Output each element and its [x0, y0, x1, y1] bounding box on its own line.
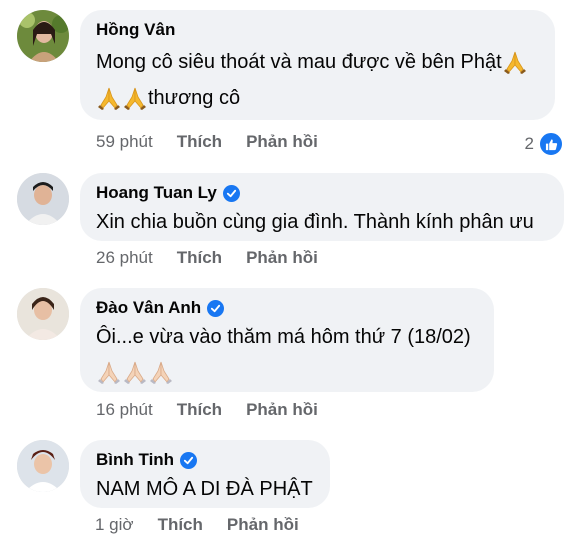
like-button[interactable]: Thích — [158, 515, 203, 535]
comment-time[interactable]: 26 phút — [96, 248, 153, 268]
reply-button[interactable]: Phản hồi — [246, 132, 318, 152]
comment-actions: 59 phút Thích Phản hồi — [96, 132, 342, 152]
thumbs-up-icon — [538, 131, 564, 157]
comment-time[interactable]: 1 giờ — [95, 515, 134, 535]
folded-hands-emoji-icon — [96, 359, 122, 385]
comment-text: thương cô — [96, 84, 539, 112]
comment-bubble: Bình Tinh NAM MÔ A DI ĐÀ PHẬT — [80, 440, 330, 508]
folded-hands-emoji-icon — [122, 359, 148, 385]
verified-badge-icon — [180, 451, 198, 469]
comment-actions: 26 phút Thích Phản hồi — [96, 248, 342, 268]
folded-hands-emoji-icon — [148, 359, 174, 385]
comment-time[interactable]: 59 phút — [96, 132, 153, 152]
folded-hands-emoji-icon — [122, 85, 148, 111]
comment-actions: 16 phút Thích Phản hồi — [96, 400, 342, 420]
commenter-name[interactable]: Hoang Tuan Ly — [96, 182, 548, 204]
avatar[interactable] — [17, 440, 69, 492]
comment-bubble: Hoang Tuan Ly Xin chia buồn cùng gia đìn… — [80, 173, 564, 241]
comment-text: Mong cô siêu thoát và mau được về bên Ph… — [96, 48, 539, 76]
reply-button[interactable]: Phản hồi — [227, 515, 299, 535]
comment-text: Ôi...e vừa vào thăm má hôm thứ 7 (18/02) — [96, 326, 471, 348]
avatar[interactable] — [17, 10, 69, 62]
commenter-name[interactable]: Hồng Vân — [96, 19, 539, 41]
verified-badge-icon — [207, 299, 225, 317]
comment-bubble: Hồng Vân Mong cô siêu thoát và mau được … — [80, 10, 555, 120]
reply-button[interactable]: Phản hồi — [246, 400, 318, 420]
like-button[interactable]: Thích — [177, 132, 222, 152]
commenter-name[interactable]: Bình Tinh — [96, 449, 314, 471]
reaction-count[interactable]: 2 — [525, 131, 564, 157]
like-button[interactable]: Thích — [177, 248, 222, 268]
avatar[interactable] — [17, 288, 69, 340]
comment-actions: 1 giờ Thích Phản hồi — [95, 515, 323, 535]
avatar[interactable] — [17, 173, 69, 225]
comment-text: Xin chia buồn cùng gia đình. Thành kính … — [96, 211, 534, 233]
reply-button[interactable]: Phản hồi — [246, 248, 318, 268]
verified-badge-icon — [222, 184, 240, 202]
folded-hands-emoji-icon — [96, 85, 122, 111]
comment-bubble: Đào Vân Anh Ôi...e vừa vào thăm má hôm t… — [80, 288, 494, 392]
comment-emoji-line — [96, 359, 478, 385]
comment-text: NAM MÔ A DI ĐÀ PHẬT — [96, 478, 313, 500]
commenter-name[interactable]: Đào Vân Anh — [96, 297, 478, 319]
comment-time[interactable]: 16 phút — [96, 400, 153, 420]
like-button[interactable]: Thích — [177, 400, 222, 420]
folded-hands-emoji-icon — [502, 49, 528, 75]
